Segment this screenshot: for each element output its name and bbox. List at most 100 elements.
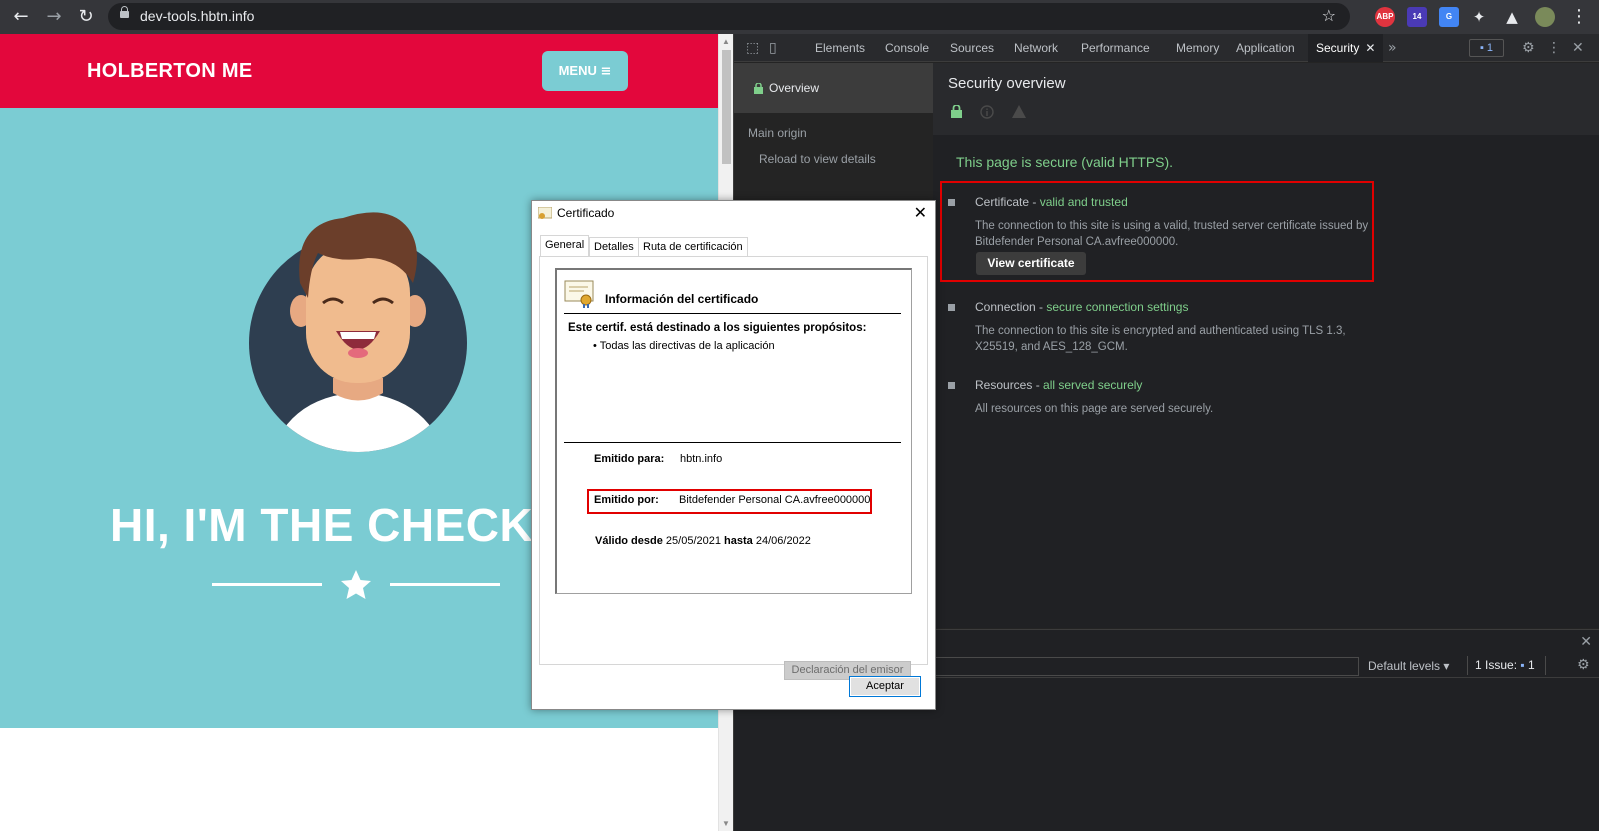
reload-icon[interactable]: ↻ — [74, 5, 98, 29]
profile-avatar[interactable] — [1535, 7, 1555, 27]
issues-button[interactable]: ▪ 1 — [1469, 39, 1504, 57]
address-bar[interactable]: dev-tools.hbtn.info ☆ — [108, 3, 1350, 30]
tab-network[interactable]: Network — [1014, 41, 1058, 55]
tab-security-label: Security — [1316, 41, 1360, 55]
issue-count-value: 1 — [1527, 658, 1535, 672]
divider — [564, 313, 901, 314]
secure-message: This page is secure (valid HTTPS). — [956, 154, 1174, 170]
close-drawer-icon[interactable]: ✕ — [1580, 634, 1592, 650]
hamburger-icon: ≡ — [600, 64, 612, 79]
star-icon — [341, 570, 371, 599]
accept-button[interactable]: Aceptar — [849, 676, 921, 697]
issues-count: 1 — [1486, 42, 1494, 54]
issued-by-label: Emitido por: — [594, 494, 659, 506]
star-divider — [212, 570, 500, 599]
issue-label: 1 Issue: — [1475, 658, 1518, 672]
certificate-info-title: Información del certificado — [605, 292, 759, 306]
issue-counter[interactable]: 1 Issue: ▪ 1 — [1467, 656, 1546, 675]
translate-extension-icon[interactable]: G — [1439, 7, 1459, 27]
flask-icon[interactable]: ▲ — [1500, 5, 1524, 29]
bullet-icon — [948, 382, 955, 389]
tab-performance[interactable]: Performance — [1081, 41, 1150, 55]
resources-heading: Resources - all served securely — [975, 378, 1142, 392]
console-settings-icon[interactable]: ⚙ — [1577, 657, 1590, 673]
site-brand[interactable]: HOLBERTON ME — [87, 60, 252, 83]
security-overview-pane: Security overview This page is secure (v… — [933, 63, 1599, 628]
tab-elements[interactable]: Elements — [815, 41, 865, 55]
tab-security[interactable]: Security ✕ — [1308, 34, 1384, 62]
settings-gear-icon[interactable]: ⚙ — [1522, 40, 1535, 56]
sidebar-overview-label: Overview — [769, 81, 820, 95]
resources-description: All resources on this page are served se… — [975, 403, 1214, 415]
avatar-illustration — [249, 212, 467, 452]
dialog-close-icon[interactable]: ✕ — [914, 203, 927, 222]
certificate-icon — [538, 207, 552, 219]
connection-description: The connection to this site is encrypted… — [975, 325, 1346, 353]
security-title: Security overview — [948, 75, 1066, 92]
chat-icon: ▪ — [1520, 658, 1525, 672]
dialog-title: Certificado — [557, 206, 615, 220]
menu-label: MENU — [558, 63, 597, 78]
resources-status: all served securely — [1043, 378, 1143, 392]
certificate-icon — [564, 280, 594, 308]
close-tab-icon[interactable]: ✕ — [1365, 41, 1375, 55]
tab-sources[interactable]: Sources — [950, 41, 994, 55]
valid-to-value: 24/06/2022 — [755, 535, 811, 547]
scroll-up-icon[interactable]: ▲ — [722, 37, 730, 46]
extension-badge-icon[interactable]: 14 — [1407, 7, 1427, 27]
issued-by-value: Bitdefender Personal CA.avfree000000 — [679, 494, 871, 506]
certificate-info-box: Información del certificado Este certif.… — [555, 268, 912, 594]
dialog-titlebar[interactable]: Certificado ✕ — [532, 201, 935, 225]
forward-arrow-icon[interactable]: → — [42, 5, 66, 29]
devtools-menu-icon[interactable]: ⋮ — [1547, 40, 1561, 56]
menu-button[interactable]: MENU ≡ — [542, 51, 628, 91]
issued-to-value: hbtn.info — [680, 453, 723, 465]
devtools-tabbar: ⬚ ▯ Elements Console Sources Network Per… — [734, 34, 1599, 62]
tab-detalles[interactable]: Detalles — [589, 237, 639, 256]
green-lock-icon — [951, 105, 962, 118]
hero-title: HI, I'M THE CHECK — [110, 499, 534, 551]
valid-to-label: hasta — [724, 535, 753, 547]
green-lock-icon — [754, 83, 763, 94]
validity-row: Válido desde 25/05/2021 hasta 24/06/2022 — [595, 535, 811, 547]
resources-label: Resources - — [975, 378, 1044, 392]
scrollbar-thumb[interactable] — [722, 50, 731, 164]
issued-to-label: Emitido para: — [594, 453, 665, 465]
bookmark-star-icon[interactable]: ☆ — [1322, 6, 1336, 25]
back-arrow-icon[interactable]: ← — [9, 5, 33, 29]
certificate-highlight-box — [940, 181, 1374, 282]
close-devtools-icon[interactable]: ✕ — [1572, 40, 1584, 56]
sidebar-item-overview[interactable]: Overview — [734, 63, 933, 113]
kebab-menu-icon[interactable]: ⋮ — [1567, 5, 1591, 29]
purposes-item: • Todas las directivas de la aplicación — [593, 340, 775, 352]
tab-console[interactable]: Console — [885, 41, 929, 55]
purposes-title: Este certif. está destinado a los siguie… — [568, 322, 867, 334]
device-toolbar-icon[interactable]: ▯ — [769, 40, 777, 56]
connection-status: secure connection settings — [1046, 300, 1189, 314]
puzzle-extensions-icon[interactable]: ✦ — [1467, 5, 1491, 29]
valid-from-value: 25/05/2021 — [665, 535, 721, 547]
tab-memory[interactable]: Memory — [1176, 41, 1219, 55]
url-text[interactable]: dev-tools.hbtn.info — [140, 8, 254, 24]
chat-icon: ▪ — [1479, 42, 1484, 54]
warning-icon — [1012, 105, 1026, 118]
tab-application[interactable]: Application — [1236, 41, 1295, 55]
inspect-element-icon[interactable]: ⬚ — [746, 40, 759, 56]
sidebar-reload-details[interactable]: Reload to view details — [759, 152, 876, 166]
log-levels-dropdown[interactable]: Default levels ▾ — [1368, 659, 1449, 673]
bullet-icon — [948, 304, 955, 311]
tab-ruta-certificacion[interactable]: Ruta de certificación — [638, 237, 748, 256]
divider — [564, 442, 901, 443]
connection-label: Connection - — [975, 300, 1047, 314]
lock-icon[interactable] — [120, 6, 129, 18]
issued-by-row: Emitido por: Bitdefender Personal CA.avf… — [594, 494, 870, 506]
security-header: Security overview — [933, 63, 1599, 135]
connection-heading: Connection - secure connection settings — [975, 300, 1188, 314]
site-header: HOLBERTON ME MENU ≡ — [0, 34, 718, 108]
dialog-panel: Información del certificado Este certif.… — [539, 256, 928, 680]
adblock-extension-icon[interactable]: ABP — [1375, 7, 1395, 27]
scroll-down-icon[interactable]: ▼ — [722, 819, 730, 828]
sidebar-main-origin: Main origin — [748, 126, 807, 140]
tab-general[interactable]: General — [540, 235, 590, 257]
more-tabs-icon[interactable]: » — [1388, 40, 1397, 56]
